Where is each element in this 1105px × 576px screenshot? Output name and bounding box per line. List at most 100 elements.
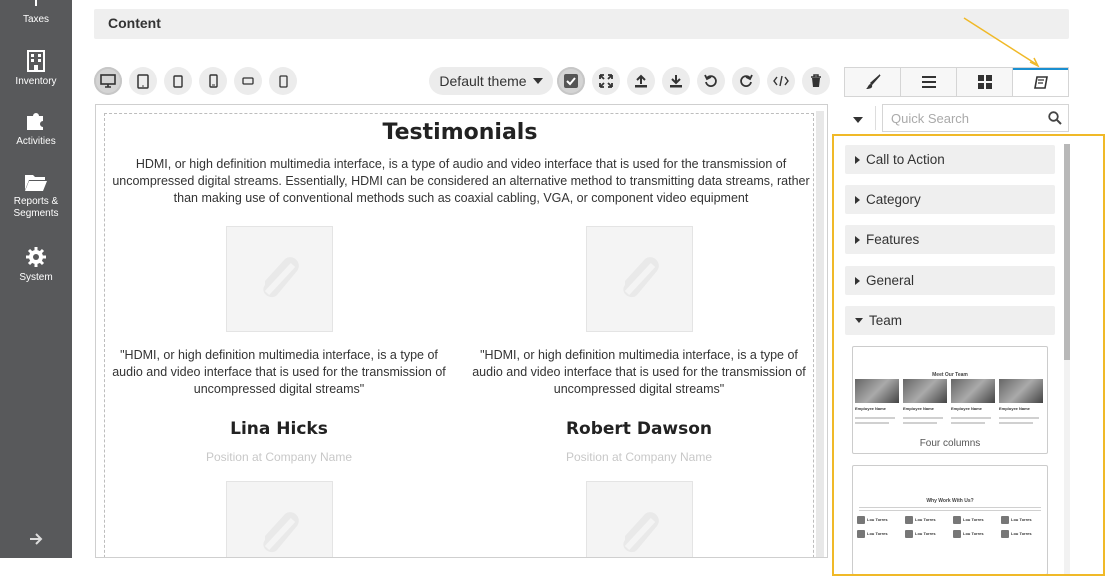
block-team-why-work-with-us[interactable]: Why Work With Us? Lou Torres Lou Torres … [852, 465, 1048, 574]
device-tablet-button[interactable] [164, 67, 192, 95]
panel-scrollbar-thumb[interactable] [1064, 144, 1070, 360]
sidebar-item-activities[interactable]: Activities [0, 110, 72, 148]
book-icon [1033, 76, 1048, 89]
mobile-icon [278, 74, 288, 88]
category-general[interactable]: General [845, 266, 1055, 295]
device-mobile-landscape-button[interactable] [199, 67, 227, 95]
folder-icon [25, 175, 47, 191]
testimonial-image-placeholder[interactable] [586, 226, 693, 332]
import-button[interactable] [627, 67, 655, 95]
category-team[interactable]: Team [845, 306, 1055, 335]
trash-icon [811, 74, 821, 87]
category-features[interactable]: Features [845, 225, 1055, 254]
image-placeholder-icon [622, 257, 659, 298]
block-team-four-columns[interactable]: Meet Our Team Employee Name Employee Nam… [852, 346, 1048, 454]
mini-label: Lou Torres [915, 531, 936, 536]
panel-scrollbar[interactable] [1064, 144, 1070, 574]
testimonial-position[interactable]: Position at Company Name [109, 450, 449, 464]
building-icon [27, 50, 45, 72]
editor-canvas[interactable]: Testimonials HDMI, or high definition mu… [95, 104, 828, 558]
sidebar-item-label-2: Segments [13, 208, 59, 219]
collapse-all-button[interactable] [852, 111, 866, 125]
mini-label: Lou Torres [867, 517, 888, 522]
desktop-icon [100, 74, 116, 88]
tab-style-manager[interactable] [845, 68, 901, 96]
mini-text-line [855, 422, 889, 424]
sidebar-expand-button[interactable] [26, 529, 46, 549]
sidebar-item-inventory[interactable]: Inventory [0, 50, 72, 88]
divider [875, 106, 876, 130]
tab-blocks[interactable] [957, 68, 1013, 96]
device-mobile-button[interactable] [269, 67, 297, 95]
upload-icon [635, 74, 647, 88]
tablet-landscape-icon [137, 73, 149, 89]
search-icon[interactable] [1048, 111, 1062, 125]
mini-label: Employee Name [999, 406, 1030, 411]
mini-team-photo [855, 379, 899, 403]
sidebar-item-label: Reports & [13, 196, 59, 207]
sidebar-item-label: Taxes [22, 14, 50, 25]
quick-search [882, 104, 1069, 132]
mini-text-line [951, 422, 985, 424]
mini-label: Lou Torres [963, 517, 984, 522]
theme-select[interactable]: Default theme [429, 67, 553, 95]
puzzle-icon [27, 113, 43, 130]
search-input[interactable] [883, 105, 1033, 131]
fullscreen-icon [599, 74, 613, 88]
device-desktop-button[interactable] [94, 67, 122, 95]
blocks-panel: Call to Action Category Features General… [832, 134, 1105, 576]
caret-down-icon [855, 318, 863, 323]
view-code-button[interactable] [767, 67, 795, 95]
caret-down-icon [532, 78, 543, 84]
mini-team-photo [903, 379, 947, 403]
mobile-small-landscape-icon [242, 77, 254, 85]
mini-label: Lou Torres [963, 531, 984, 536]
sidebar-item-label: Inventory [15, 76, 57, 87]
mini-label: Lou Torres [915, 517, 936, 522]
sidebar-item-reports-segments[interactable]: Reports & Segments [0, 172, 72, 220]
tab-templates[interactable] [1013, 68, 1068, 96]
export-button[interactable] [662, 67, 690, 95]
testimonial-image-placeholder[interactable] [586, 481, 693, 557]
testimonial-name[interactable]: Lina Hicks [109, 419, 449, 439]
code-icon [773, 75, 789, 87]
device-tablet-landscape-button[interactable] [129, 67, 157, 95]
sidebar-item-system[interactable]: System [0, 246, 72, 284]
category-label: Category [866, 192, 921, 207]
fullscreen-button[interactable] [592, 67, 620, 95]
category-label: Team [869, 313, 903, 328]
undo-button[interactable] [697, 67, 725, 95]
testimonial-quote[interactable]: "HDMI, or high definition multimedia int… [469, 347, 809, 398]
testimonial-image-placeholder[interactable] [226, 226, 333, 332]
redo-button[interactable] [732, 67, 760, 95]
testimonial-image-placeholder[interactable] [226, 481, 333, 557]
blocks-grid-icon [977, 75, 992, 89]
tab-layer-manager[interactable] [901, 68, 957, 96]
mini-avatar [857, 516, 865, 524]
testimonial-name[interactable]: Robert Dawson [469, 419, 809, 439]
mini-text-line [859, 510, 1041, 511]
sidebar-item-label: System [19, 272, 53, 283]
mini-label: Lou Torres [867, 531, 888, 536]
mini-avatar [1001, 530, 1009, 538]
section-title[interactable]: Testimonials [105, 120, 815, 145]
clear-canvas-button[interactable] [802, 67, 830, 95]
device-mobile-small-landscape-button[interactable] [234, 67, 262, 95]
mini-text-line [859, 507, 1041, 508]
mini-avatar [905, 516, 913, 524]
sidebar-item-taxes[interactable]: Taxes [0, 0, 72, 26]
taxes-icon [35, 0, 37, 6]
testimonial-position[interactable]: Position at Company Name [469, 450, 809, 464]
section-intro[interactable]: HDMI, or high definition multimedia inte… [111, 156, 811, 207]
testimonial-quote[interactable]: "HDMI, or high definition multimedia int… [109, 347, 449, 398]
canvas-scrollbar[interactable] [816, 111, 824, 557]
toggle-borders-icon [564, 74, 578, 88]
category-call-to-action[interactable]: Call to Action [845, 145, 1055, 174]
category-category[interactable]: Category [845, 185, 1055, 214]
toggle-borders-button[interactable] [557, 67, 585, 95]
redo-icon [740, 74, 753, 87]
image-placeholder-icon [262, 257, 299, 298]
mini-label: Employee Name [951, 406, 982, 411]
testimonials-section[interactable]: Testimonials HDMI, or high definition mu… [104, 113, 815, 557]
category-label: General [866, 273, 915, 288]
